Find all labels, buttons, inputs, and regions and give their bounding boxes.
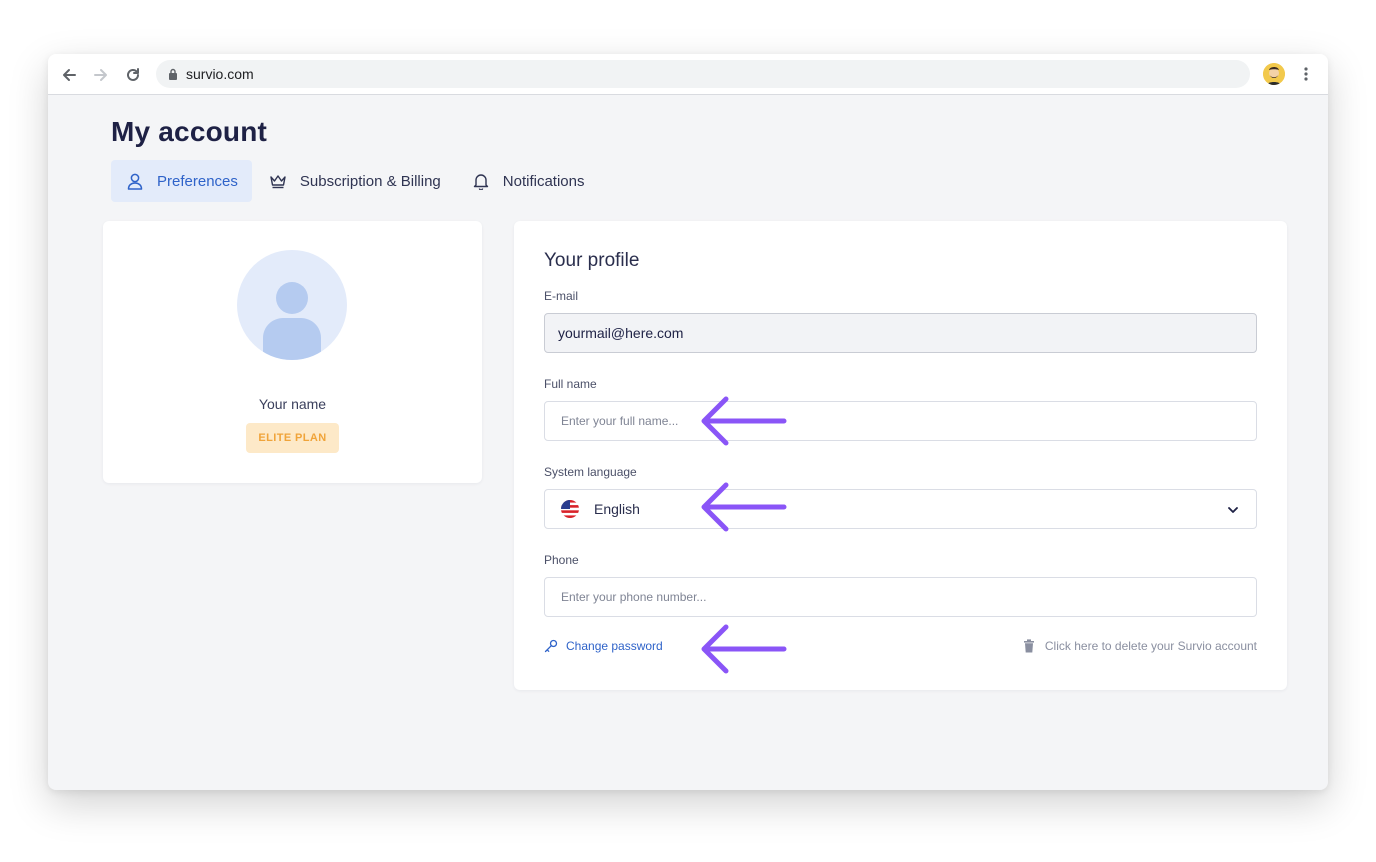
email-label: E-mail [544, 289, 579, 303]
annotation-arrow-left-icon [701, 482, 787, 532]
reload-icon [127, 68, 139, 81]
phone-label: Phone [544, 553, 579, 567]
tab-label: Subscription & Billing [299, 172, 441, 190]
profile-name: Your name [258, 396, 327, 412]
crown-icon [268, 171, 288, 191]
annotation-arrow-left-icon [701, 396, 787, 446]
email-field[interactable]: yourmail@here.com [544, 313, 1257, 353]
delete-account-link[interactable]: Click here to delete your Survio account [1023, 639, 1257, 653]
more-vertical-icon [1304, 67, 1308, 81]
profile-summary-card: Your name ELITE PLAN [103, 221, 482, 483]
address-bar[interactable]: survio.com [156, 60, 1250, 88]
delete-account-label: Click here to delete your Survio account [1044, 639, 1257, 653]
fullname-label: Full name [544, 377, 597, 391]
browser-window: survio.com My account Preferences Subscr… [48, 54, 1328, 790]
chevron-down-icon [1226, 503, 1240, 517]
section-title: Your profile [544, 250, 640, 271]
browser-menu-button[interactable] [1296, 64, 1316, 84]
browser-profile-avatar[interactable] [1263, 63, 1285, 85]
url-text: survio.com [186, 66, 254, 82]
arrow-left-icon [63, 69, 76, 81]
tab-notifications[interactable]: Notifications [457, 160, 599, 202]
fullname-input[interactable]: Enter your full name... [544, 401, 1257, 441]
bell-icon [471, 171, 491, 191]
forward-button[interactable] [90, 64, 112, 86]
plan-badge: ELITE PLAN [246, 423, 339, 453]
tab-label: Preferences [157, 172, 238, 190]
fullname-placeholder: Enter your full name... [561, 414, 679, 428]
tab-preferences[interactable]: Preferences [111, 160, 252, 202]
account-tabs: Preferences Subscription & Billing Notif… [111, 160, 600, 202]
tab-label: Notifications [502, 172, 585, 190]
tab-subscription-billing[interactable]: Subscription & Billing [254, 160, 455, 202]
language-select[interactable]: English [544, 489, 1257, 529]
language-value: English [594, 501, 640, 517]
user-icon [125, 171, 145, 191]
change-password-link[interactable]: Change password [544, 639, 663, 653]
back-button[interactable] [58, 64, 80, 86]
avatar-placeholder[interactable] [237, 250, 347, 360]
phone-input[interactable]: Enter your phone number... [544, 577, 1257, 617]
trash-icon [1023, 639, 1035, 653]
us-flag-icon [561, 500, 579, 518]
annotation-arrow-left-icon [701, 624, 787, 674]
key-icon [544, 639, 558, 653]
language-label: System language [544, 465, 637, 479]
arrow-right-icon [94, 69, 107, 81]
change-password-label: Change password [566, 639, 663, 653]
browser-toolbar: survio.com [48, 54, 1328, 95]
email-value: yourmail@here.com [558, 325, 684, 341]
profile-form-card: Your profile E-mail yourmail@here.com Fu… [514, 221, 1287, 690]
phone-placeholder: Enter your phone number... [561, 590, 707, 604]
reload-button[interactable] [122, 64, 144, 86]
page-title: My account [111, 116, 268, 147]
lock-icon [168, 68, 178, 80]
